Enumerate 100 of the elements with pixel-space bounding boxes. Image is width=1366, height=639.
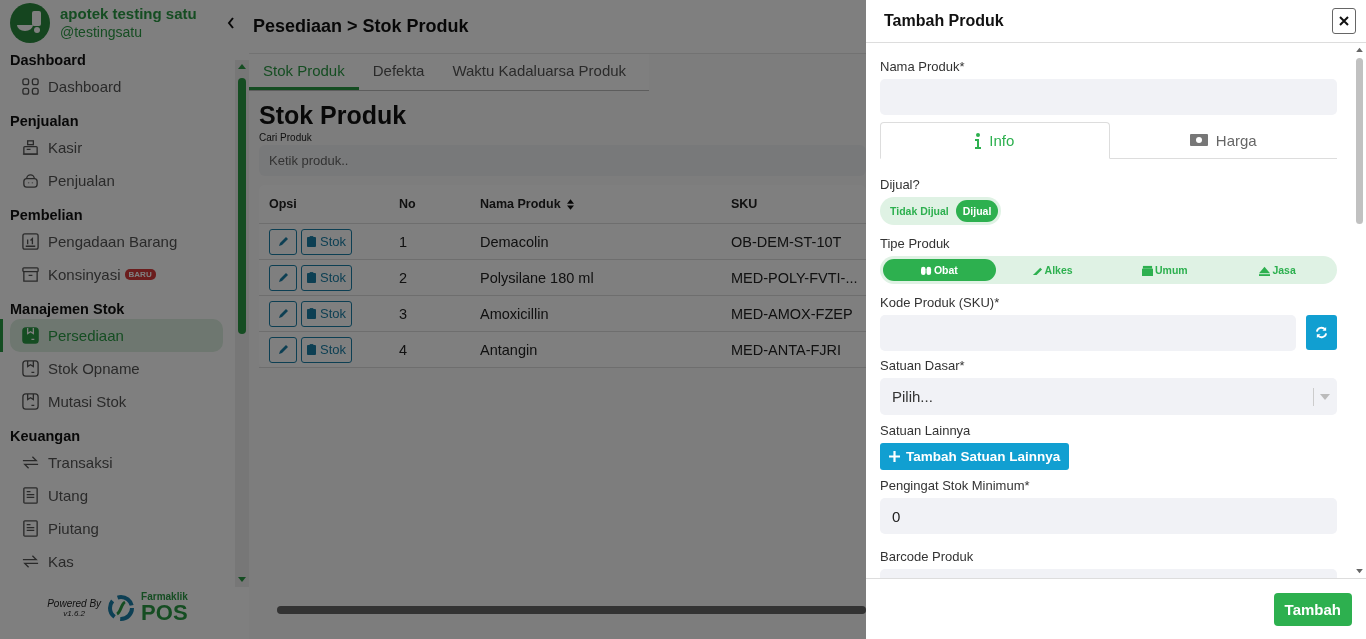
column-header[interactable]: No bbox=[399, 197, 416, 211]
toggle-option[interactable]: Tidak Dijual bbox=[883, 200, 956, 222]
receipt-icon bbox=[21, 485, 40, 505]
clipboard-icon bbox=[307, 344, 316, 355]
sidebar-scrollbar[interactable] bbox=[235, 60, 249, 587]
drawer-title: Tambah Produk bbox=[884, 12, 1004, 30]
sidebar-item[interactable]: Konsinyasi BARU bbox=[10, 257, 223, 291]
edit-button[interactable] bbox=[269, 300, 297, 327]
unit-select[interactable]: Pilih... bbox=[880, 378, 1337, 415]
close-icon bbox=[1339, 16, 1349, 26]
sidebar-item[interactable]: Penjualan bbox=[10, 163, 223, 197]
table-cell-text: Polysilane 180 ml bbox=[479, 269, 595, 286]
section-title: Keuangan bbox=[10, 426, 82, 446]
table-cell-text: Antangin bbox=[479, 341, 539, 358]
swirl-logo-icon bbox=[107, 594, 136, 623]
table-cell-text: MED-ANTA-FJRI bbox=[730, 341, 843, 358]
search-field[interactable]: Ketik produk.. bbox=[259, 145, 866, 176]
new-badge: BARU bbox=[124, 268, 156, 280]
table-cell-text: 4 bbox=[399, 341, 409, 358]
table-cell-text: 1 bbox=[399, 233, 409, 250]
table-cell-text: Amoxicillin bbox=[479, 305, 550, 322]
column-header[interactable]: Opsi bbox=[269, 197, 297, 211]
sidebar-item[interactable]: Kas bbox=[10, 544, 223, 578]
scroll-down-icon[interactable] bbox=[1354, 569, 1364, 574]
refresh-button[interactable] bbox=[1306, 315, 1337, 350]
box-icon bbox=[21, 325, 40, 345]
pencil-icon bbox=[277, 235, 289, 248]
table-cell-text: MED-POLY-FVTI-... bbox=[730, 269, 859, 286]
toggle-option[interactable]: Alkes bbox=[995, 259, 1109, 281]
toggle-option[interactable]: Umum bbox=[1108, 259, 1222, 281]
sidebar-item[interactable]: Kasir bbox=[10, 130, 223, 164]
section-title: Dashboard bbox=[10, 50, 87, 70]
add-unit-button[interactable]: Tambah Satuan Lainnya bbox=[880, 443, 1070, 470]
table-cell-text: OB-DEM-ST-10T bbox=[730, 233, 843, 250]
toggle-option[interactable]: Dijual bbox=[955, 200, 999, 222]
edit-button[interactable] bbox=[269, 228, 297, 255]
clipboard-icon bbox=[307, 272, 316, 283]
refresh-icon bbox=[1315, 326, 1328, 339]
stock-button[interactable]: Stok bbox=[301, 264, 352, 291]
sidebar-item[interactable]: Pengadaan Barang bbox=[10, 224, 223, 258]
archive-icon bbox=[21, 264, 40, 284]
search-label: Cari Produk bbox=[259, 132, 313, 143]
stock-button[interactable]: Stok bbox=[301, 228, 352, 255]
edit-button[interactable] bbox=[269, 336, 297, 363]
tab[interactable]: Info bbox=[880, 122, 1110, 159]
sidebar-item[interactable]: Dashboard bbox=[10, 69, 223, 103]
stock-button[interactable]: Stok bbox=[301, 300, 352, 327]
tab[interactable]: Waktu Kadaluarsa Produk bbox=[438, 54, 641, 90]
sort-icon[interactable] bbox=[566, 198, 574, 210]
close-button[interactable] bbox=[1332, 8, 1356, 34]
edit-button[interactable] bbox=[269, 264, 297, 291]
clipboard-icon bbox=[307, 308, 316, 319]
column-header[interactable]: SKU bbox=[731, 197, 758, 211]
tab[interactable]: Defekta bbox=[358, 54, 439, 90]
toggle-option[interactable]: Jasa bbox=[1221, 259, 1334, 281]
logo-product-text: POS bbox=[141, 602, 188, 625]
stock-button[interactable]: Stok bbox=[301, 336, 352, 363]
scroll-thumb[interactable] bbox=[238, 78, 246, 334]
field-label: Kode Produk (SKU)* bbox=[880, 295, 1001, 310]
table-cell-text: 2 bbox=[399, 269, 409, 286]
field-label: Satuan Dasar* bbox=[880, 358, 966, 373]
toggle-option[interactable]: Obat bbox=[883, 259, 996, 281]
grid-icon bbox=[21, 76, 40, 96]
sidebar-item[interactable]: Piutang bbox=[10, 511, 223, 545]
table-cell-text: Demacolin bbox=[479, 233, 550, 250]
pharmacy-handle: @testingsatu bbox=[60, 24, 143, 41]
pencil-icon bbox=[277, 307, 289, 320]
field-label: Nama Produk* bbox=[880, 59, 966, 74]
table-cell-text: 3 bbox=[399, 305, 409, 322]
pills-icon bbox=[920, 264, 932, 276]
field-label: Tipe Produk bbox=[880, 236, 951, 251]
box-icon bbox=[21, 358, 40, 378]
sidebar-item[interactable]: Mutasi Stok bbox=[10, 384, 223, 418]
sidebar-item[interactable]: Stok Opname bbox=[10, 351, 223, 385]
scroll-up-icon[interactable] bbox=[1354, 47, 1364, 52]
field-label: Dijual? bbox=[880, 177, 921, 192]
field-label: Satuan Lainnya bbox=[880, 423, 972, 438]
field-label: Barcode Produk bbox=[880, 549, 975, 564]
sidebar-item[interactable]: Utang bbox=[10, 478, 223, 512]
scroll-down-icon[interactable] bbox=[237, 577, 247, 583]
column-header[interactable]: Nama Produk bbox=[480, 197, 561, 211]
info-icon bbox=[975, 132, 982, 149]
clipboard-icon bbox=[307, 236, 316, 247]
min-stock-field[interactable]: 0 bbox=[880, 498, 1337, 534]
horizontal-scrollbar[interactable] bbox=[277, 606, 866, 614]
scroll-up-icon[interactable] bbox=[237, 63, 247, 69]
section-title: Manajemen Stok bbox=[10, 299, 126, 319]
collapse-chevron-icon[interactable] bbox=[227, 16, 235, 29]
sidebar-item[interactable]: Transaksi bbox=[10, 445, 223, 479]
page-title: Stok Produk bbox=[259, 101, 408, 130]
pencil-icon bbox=[277, 343, 289, 356]
receipt-icon bbox=[21, 518, 40, 538]
plus-icon bbox=[889, 451, 900, 462]
tab[interactable]: Harga bbox=[1109, 122, 1337, 158]
banknote-icon bbox=[1189, 134, 1208, 146]
submit-button[interactable]: Tambah bbox=[1273, 592, 1352, 626]
powered-by-text: Powered By bbox=[47, 598, 102, 610]
tab[interactable]: Stok Produk bbox=[249, 54, 359, 90]
scroll-thumb[interactable] bbox=[1355, 58, 1363, 224]
caret-icon bbox=[1320, 393, 1330, 400]
